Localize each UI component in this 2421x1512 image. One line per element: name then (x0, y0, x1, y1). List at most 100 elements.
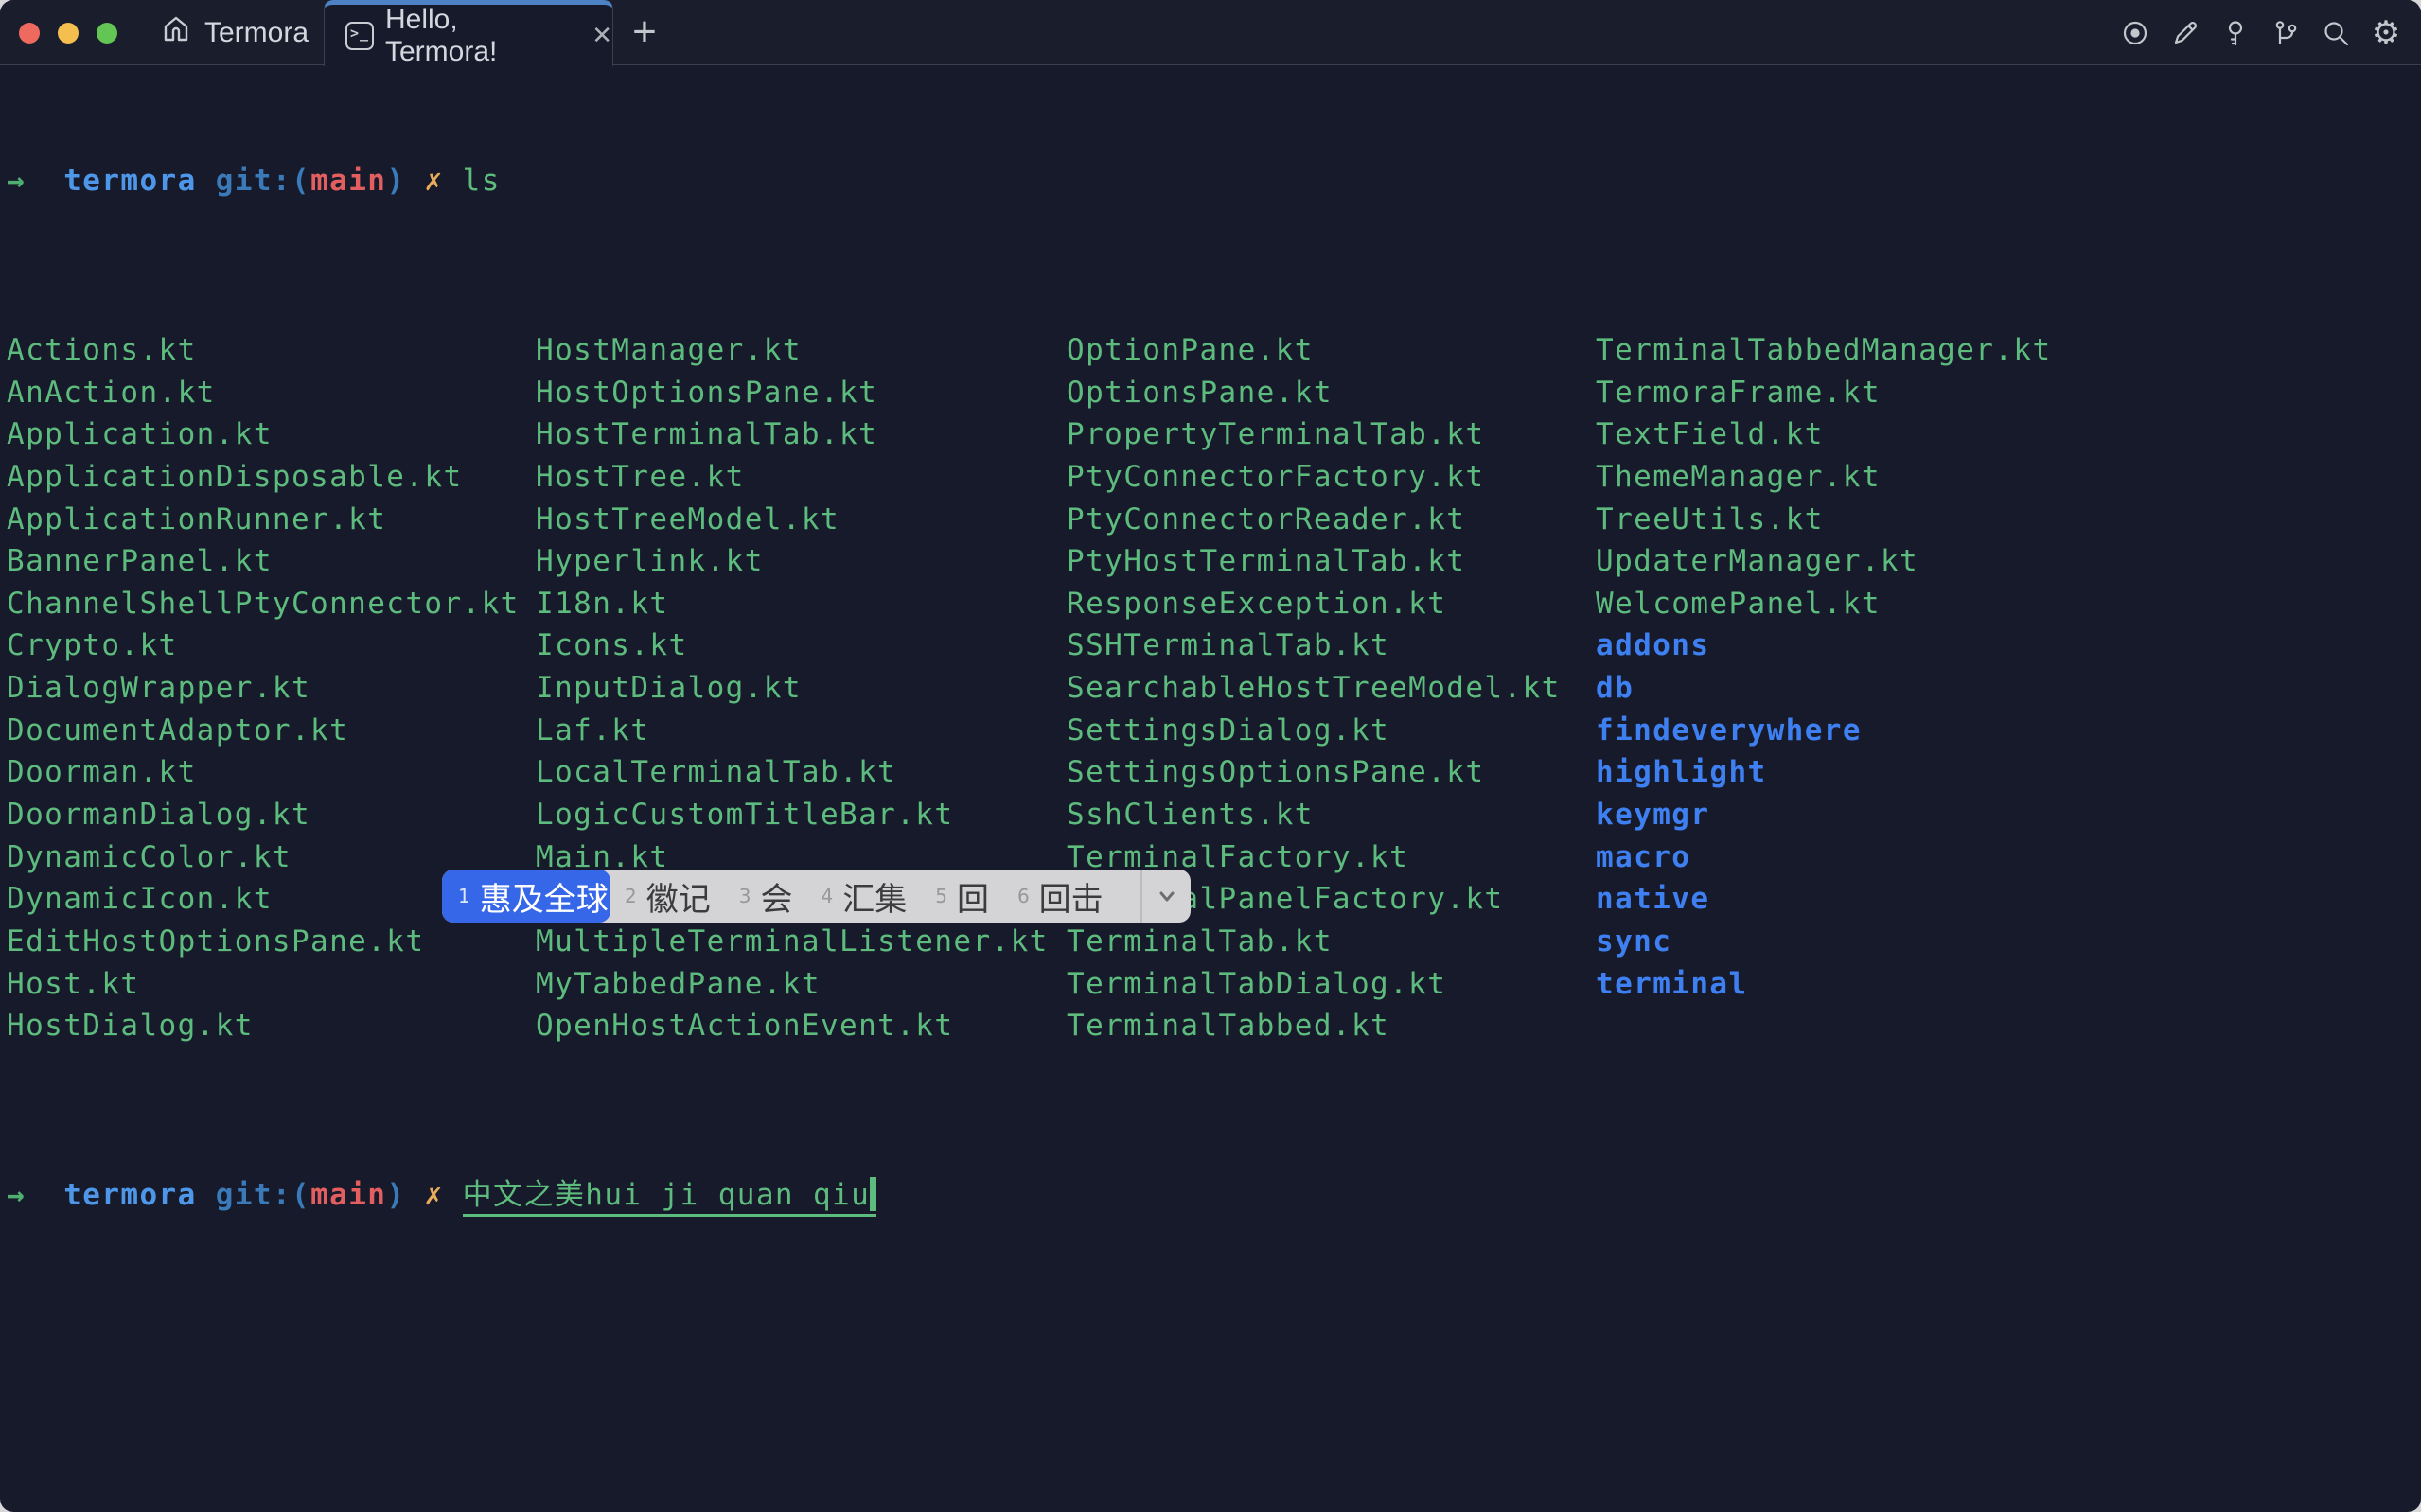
home-icon (161, 14, 191, 52)
dir-entry: keymgr (1596, 794, 2052, 836)
file-column-2: HostManager.ktHostOptionsPane.ktHostTerm… (536, 329, 1049, 1047)
file-entry: HostManager.kt (536, 329, 1049, 372)
ime-candidate-number: 5 (935, 885, 947, 907)
file-entry: PtyHostTerminalTab.kt (1067, 540, 1561, 583)
branch-icon[interactable] (2271, 19, 2300, 47)
ime-candidate-number: 3 (739, 885, 751, 907)
file-entry: LogicCustomTitleBar.kt (536, 794, 1049, 836)
tab-label: Hello, Termora! (385, 4, 571, 68)
file-entry: EditHostOptionsPane.kt (7, 921, 520, 963)
dir-entry: macro (1596, 836, 2052, 879)
file-entry: DocumentAdaptor.kt (7, 710, 520, 752)
titlebar: Termora >_ Hello, Termora! ✕ + ⚙ (0, 0, 2421, 65)
file-entry: Application.kt (7, 413, 520, 456)
tab-hello-termora[interactable]: >_ Hello, Termora! ✕ (324, 0, 613, 66)
ls-output: Actions.ktAnAction.ktApplication.ktAppli… (7, 329, 2421, 1047)
terminal-screen[interactable]: → termora git:(main) ✗ ls Actions.ktAnAc… (7, 76, 2421, 1301)
file-entry: HostTerminalTab.kt (536, 413, 1049, 456)
file-entry: Crypto.kt (7, 624, 520, 667)
file-entry: ApplicationRunner.kt (7, 499, 520, 541)
dir-entry: highlight (1596, 751, 2052, 794)
pencil-icon[interactable] (2171, 19, 2200, 47)
file-entry: ApplicationDisposable.kt (7, 456, 520, 499)
file-entry: ResponseException.kt (1067, 583, 1561, 625)
file-entry: MyTabbedPane.kt (536, 963, 1049, 1006)
ime-candidate-text: 汇集 (842, 873, 907, 920)
file-entry: TerminalTabbed.kt (1067, 1005, 1561, 1047)
ime-candidate[interactable]: 5回 (921, 870, 1003, 923)
ime-candidate-text: 惠及全球 (480, 873, 609, 920)
traffic-minimize-button[interactable] (58, 23, 79, 44)
file-entry: TextField.kt (1596, 413, 2052, 456)
file-entry: PtyConnectorFactory.kt (1067, 456, 1561, 499)
file-entry: TermoraFrame.kt (1596, 372, 2052, 414)
chevron-down-icon (1154, 883, 1180, 909)
file-entry: MultipleTerminalListener.kt (536, 921, 1049, 963)
file-entry: SearchableHostTreeModel.kt (1067, 667, 1561, 710)
file-entry: InputDialog.kt (536, 667, 1049, 710)
prompt-line-2: → termora git:(main) ✗ 中文之美hui ji quan q… (7, 1174, 2421, 1217)
app-window: Termora >_ Hello, Termora! ✕ + ⚙ (0, 0, 2421, 1512)
file-entry: HostTreeModel.kt (536, 499, 1049, 541)
ime-candidate-selected[interactable]: 1 惠及全球 (442, 870, 610, 923)
file-entry: DialogWrapper.kt (7, 667, 520, 710)
file-entry: ChannelShellPtyConnector.kt (7, 583, 520, 625)
file-entry: HostDialog.kt (7, 1005, 520, 1047)
file-entry: UpdaterManager.kt (1596, 540, 2052, 583)
ime-candidate[interactable]: 4 汇集 (806, 870, 921, 923)
key-icon[interactable] (2221, 19, 2250, 47)
file-entry: LocalTerminalTab.kt (536, 751, 1049, 794)
file-entry: TerminalTab.kt (1067, 921, 1561, 963)
file-entry: Icons.kt (536, 624, 1049, 667)
app-tab-label: Termora (204, 17, 309, 49)
file-entry: TerminalTabbedManager.kt (1596, 329, 2052, 372)
ime-candidate-window: 1 惠及全球 2 徽记 3会 4 汇集 5回 6 回击 (442, 870, 1191, 923)
file-column-4: TerminalTabbedManager.ktTermoraFrame.ktT… (1596, 329, 2052, 1005)
file-entry: OptionsPane.kt (1067, 372, 1561, 414)
file-entry: SshClients.kt (1067, 794, 1561, 836)
traffic-close-button[interactable] (19, 23, 40, 44)
prompt-line-1: → termora git:(main) ✗ ls (7, 160, 2421, 202)
ime-candidate-number: 1 (458, 885, 470, 907)
file-entry: Doorman.kt (7, 751, 520, 794)
file-entry: Laf.kt (536, 710, 1049, 752)
ime-candidate-text: 徽记 (646, 873, 711, 920)
app-home-tab[interactable]: Termora (161, 0, 309, 65)
file-entry: BannerPanel.kt (7, 540, 520, 583)
ime-candidate-number: 4 (821, 885, 833, 907)
dir-entry: terminal (1596, 963, 2052, 1006)
tab-close-icon[interactable]: ✕ (592, 21, 612, 50)
terminal-icon: >_ (345, 22, 374, 50)
file-entry: SSHTerminalTab.kt (1067, 624, 1561, 667)
file-column-3: OptionPane.ktOptionsPane.ktPropertyTermi… (1067, 329, 1561, 1047)
file-entry: OptionPane.kt (1067, 329, 1561, 372)
file-entry: Actions.kt (7, 329, 520, 372)
command-text: ls (463, 164, 501, 198)
dir-entry: findeverywhere (1596, 710, 2052, 752)
gear-icon[interactable]: ⚙ (2372, 19, 2400, 47)
traffic-zoom-button[interactable] (97, 23, 117, 44)
ime-candidate[interactable]: 2 徽记 (610, 870, 725, 923)
file-entry: OpenHostActionEvent.kt (536, 1005, 1049, 1047)
record-icon[interactable] (2121, 19, 2149, 47)
ime-candidate-number: 2 (625, 885, 637, 907)
file-entry: HostTree.kt (536, 456, 1049, 499)
ime-more-button[interactable] (1140, 870, 1191, 923)
file-entry: WelcomePanel.kt (1596, 583, 2052, 625)
file-entry: SettingsOptionsPane.kt (1067, 751, 1561, 794)
ime-candidate[interactable]: 3会 (725, 870, 807, 923)
ime-composition-text[interactable]: 中文之美hui ji quan qiu (463, 1178, 877, 1217)
dir-entry: sync (1596, 921, 2052, 963)
file-entry: TreeUtils.kt (1596, 499, 2052, 541)
ime-candidate[interactable]: 6 回击 (1003, 870, 1118, 923)
search-icon[interactable] (2322, 19, 2350, 47)
ime-candidate-text: 回击 (1039, 873, 1104, 920)
new-tab-button[interactable]: + (623, 8, 666, 57)
file-entry: DynamicColor.kt (7, 836, 520, 879)
file-column-1: Actions.ktAnAction.ktApplication.ktAppli… (7, 329, 520, 1047)
file-entry: I18n.kt (536, 583, 1049, 625)
titlebar-icons: ⚙ (2121, 0, 2400, 65)
ime-candidate-number: 6 (1017, 885, 1030, 907)
file-entry: PtyConnectorReader.kt (1067, 499, 1561, 541)
file-entry: ThemeManager.kt (1596, 456, 2052, 499)
